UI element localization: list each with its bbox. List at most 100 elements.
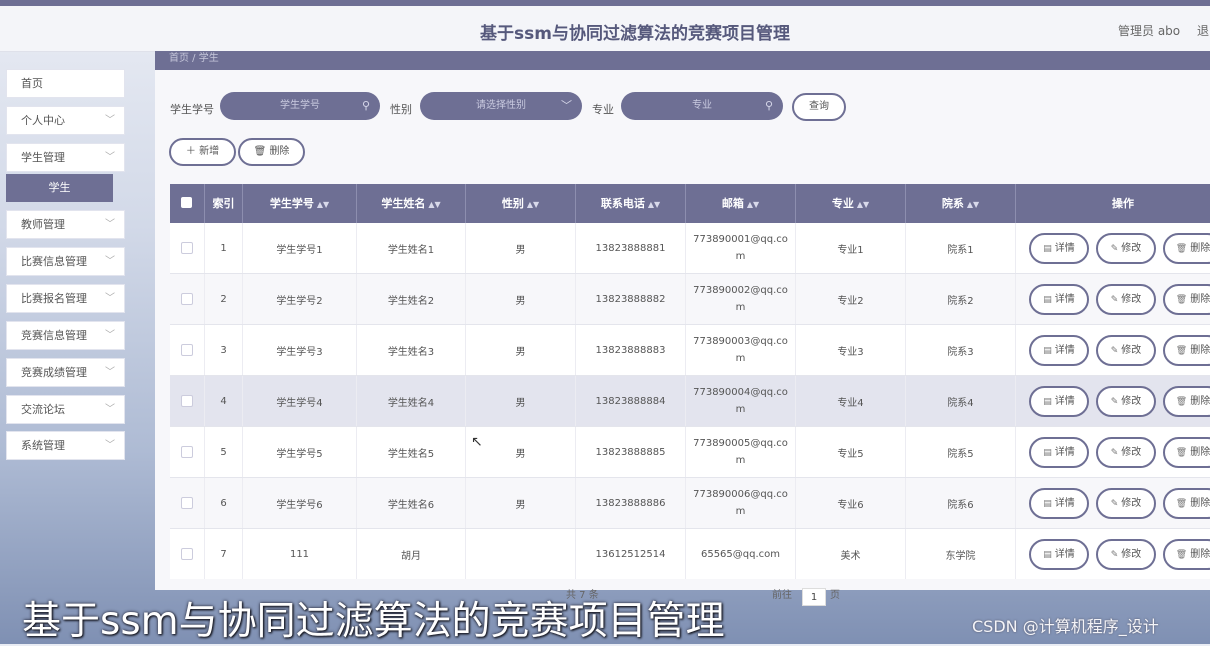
sidebar-item-system[interactable]: 系统管理 ﹀ bbox=[6, 431, 125, 460]
sidebar-item-forum[interactable]: 交流论坛 ﹀ bbox=[6, 395, 125, 424]
row-checkbox[interactable] bbox=[181, 242, 193, 254]
video-caption: 基于ssm与协同过滤算法的竞赛项目管理 bbox=[22, 599, 725, 644]
sidebar-item-competition-info[interactable]: 竞赛信息管理 ﹀ bbox=[6, 321, 125, 350]
document-icon: ▤ bbox=[1043, 244, 1052, 254]
cell-index: 4 bbox=[205, 376, 243, 426]
row-select-cell[interactable] bbox=[170, 427, 205, 477]
col-student-no[interactable]: 学生学号 ▲▼ bbox=[243, 184, 357, 223]
sort-icon: ▲▼ bbox=[856, 200, 870, 209]
cell-email: 773890002@qq.com bbox=[686, 274, 796, 324]
sidebar-item-teachers[interactable]: 教师管理 ﹀ bbox=[6, 210, 125, 239]
cell-index: 6 bbox=[205, 478, 243, 528]
student-no-input[interactable]: 学生学号 ⚲ bbox=[220, 92, 380, 120]
col-phone[interactable]: 联系电话 ▲▼ bbox=[576, 184, 686, 223]
detail-button[interactable]: ▤ 详情 bbox=[1029, 233, 1089, 264]
gender-label: 性别 bbox=[390, 103, 412, 116]
row-delete-button[interactable]: 🗑 删除 bbox=[1163, 386, 1210, 417]
add-button[interactable]: ＋ 新增 bbox=[169, 138, 236, 166]
pager-goto-input[interactable]: 1 bbox=[802, 588, 826, 606]
row-select-cell[interactable] bbox=[170, 529, 205, 579]
select-all-cell[interactable] bbox=[170, 184, 205, 223]
cell-phone: 13823888884 bbox=[576, 376, 686, 426]
sidebar-item-contest-signup[interactable]: 比赛报名管理 ﹀ bbox=[6, 284, 125, 313]
query-button[interactable]: 查询 bbox=[792, 93, 846, 121]
cell-gender: 男 bbox=[466, 325, 576, 375]
chevron-down-icon: ﹀ bbox=[105, 115, 115, 126]
row-delete-button[interactable]: 🗑 删除 bbox=[1163, 437, 1210, 468]
sidebar-item-contest-info[interactable]: 比赛信息管理 ﹀ bbox=[6, 247, 125, 276]
sidebar-item-profile[interactable]: 个人中心 ﹀ bbox=[6, 106, 125, 135]
major-input[interactable]: 专业 ⚲ bbox=[621, 92, 783, 120]
sidebar-subitem-student[interactable]: 学生 bbox=[6, 174, 113, 202]
trash-icon: 🗑 bbox=[1175, 244, 1188, 254]
col-email[interactable]: 邮箱 ▲▼ bbox=[686, 184, 796, 223]
pager-unit: 页 bbox=[830, 590, 840, 601]
cell-student-name: 学生姓名6 bbox=[357, 478, 466, 528]
edit-button[interactable]: ✎ 修改 bbox=[1096, 539, 1156, 570]
edit-button[interactable]: ✎ 修改 bbox=[1096, 284, 1156, 315]
cell-student-name: 学生姓名1 bbox=[357, 223, 466, 273]
pencil-icon: ✎ bbox=[1110, 550, 1119, 560]
row-select-cell[interactable] bbox=[170, 376, 205, 426]
col-major[interactable]: 专业 ▲▼ bbox=[796, 184, 906, 223]
row-delete-button[interactable]: 🗑 删除 bbox=[1163, 488, 1210, 519]
row-delete-button[interactable]: 🗑 删除 bbox=[1163, 233, 1210, 264]
edit-button[interactable]: ✎ 修改 bbox=[1096, 437, 1156, 468]
row-select-cell[interactable] bbox=[170, 274, 205, 324]
cell-gender: 男 bbox=[466, 223, 576, 273]
row-delete-button[interactable]: 🗑 删除 bbox=[1163, 284, 1210, 315]
col-student-name[interactable]: 学生姓名 ▲▼ bbox=[357, 184, 466, 223]
edit-button[interactable]: ✎ 修改 bbox=[1096, 488, 1156, 519]
edit-button[interactable]: ✎ 修改 bbox=[1096, 233, 1156, 264]
row-select-cell[interactable] bbox=[170, 223, 205, 273]
gender-select[interactable]: 请选择性别 ﹀ bbox=[420, 92, 582, 120]
student-no-label: 学生学号 bbox=[170, 103, 214, 116]
delete-button[interactable]: 🗑 删除 bbox=[238, 138, 305, 166]
detail-button[interactable]: ▤ 详情 bbox=[1029, 284, 1089, 315]
sidebar-item-competition-scores[interactable]: 竞赛成绩管理 ﹀ bbox=[6, 358, 125, 387]
cell-dept: 院系2 bbox=[906, 274, 1016, 324]
table-header: 索引 学生学号 ▲▼ 学生姓名 ▲▼ 性别 ▲▼ 联系电话 ▲▼ 邮箱 ▲▼ 专业 ▲▼ 院… bbox=[170, 184, 1210, 223]
trash-icon: 🗑 bbox=[1175, 448, 1188, 458]
row-select-cell[interactable] bbox=[170, 325, 205, 375]
row-select-cell[interactable] bbox=[170, 478, 205, 528]
row-delete-button[interactable]: 🗑 删除 bbox=[1163, 539, 1210, 570]
cell-dept: 院系1 bbox=[906, 223, 1016, 273]
breadcrumb-bar: 首页 / 学生 bbox=[155, 51, 1210, 70]
detail-button[interactable]: ▤ 详情 bbox=[1029, 335, 1089, 366]
select-all-checkbox[interactable] bbox=[181, 197, 192, 208]
row-checkbox[interactable] bbox=[181, 293, 193, 305]
cell-gender bbox=[466, 529, 576, 579]
sidebar-item-students[interactable]: 学生管理 ﹀ bbox=[6, 143, 125, 172]
row-checkbox[interactable] bbox=[181, 497, 193, 509]
chevron-down-icon: ﹀ bbox=[105, 367, 115, 378]
logout-link[interactable]: 退 bbox=[1197, 22, 1209, 39]
row-checkbox[interactable] bbox=[181, 395, 193, 407]
document-icon: ▤ bbox=[1043, 295, 1052, 305]
row-checkbox[interactable] bbox=[181, 548, 193, 560]
sidebar-item-home[interactable]: 首页 bbox=[6, 69, 125, 98]
pencil-icon: ✎ bbox=[1110, 244, 1119, 254]
cell-dept: 院系4 bbox=[906, 376, 1016, 426]
edit-button[interactable]: ✎ 修改 bbox=[1096, 386, 1156, 417]
row-delete-button[interactable]: 🗑 删除 bbox=[1163, 335, 1210, 366]
row-checkbox[interactable] bbox=[181, 446, 193, 458]
document-icon: ▤ bbox=[1043, 397, 1052, 407]
col-dept[interactable]: 院系 ▲▼ bbox=[906, 184, 1016, 223]
plus-icon: ＋ bbox=[185, 146, 200, 157]
table-row: 2 学生学号2 学生姓名2 男 13823888882 773890002@qq.com 专… bbox=[170, 274, 1210, 325]
cell-email: 773890001@qq.com bbox=[686, 223, 796, 273]
detail-button[interactable]: ▤ 详情 bbox=[1029, 437, 1089, 468]
cell-major: 专业6 bbox=[796, 478, 906, 528]
detail-button[interactable]: ▤ 详情 bbox=[1029, 386, 1089, 417]
col-gender[interactable]: 性别 ▲▼ bbox=[466, 184, 576, 223]
sort-icon: ▲▼ bbox=[316, 200, 330, 209]
edit-button[interactable]: ✎ 修改 bbox=[1096, 335, 1156, 366]
cell-dept: 院系3 bbox=[906, 325, 1016, 375]
detail-button[interactable]: ▤ 详情 bbox=[1029, 539, 1089, 570]
cell-index: 7 bbox=[205, 529, 243, 579]
cell-major: 专业2 bbox=[796, 274, 906, 324]
row-checkbox[interactable] bbox=[181, 344, 193, 356]
detail-button[interactable]: ▤ 详情 bbox=[1029, 488, 1089, 519]
pencil-icon: ✎ bbox=[1110, 499, 1119, 509]
